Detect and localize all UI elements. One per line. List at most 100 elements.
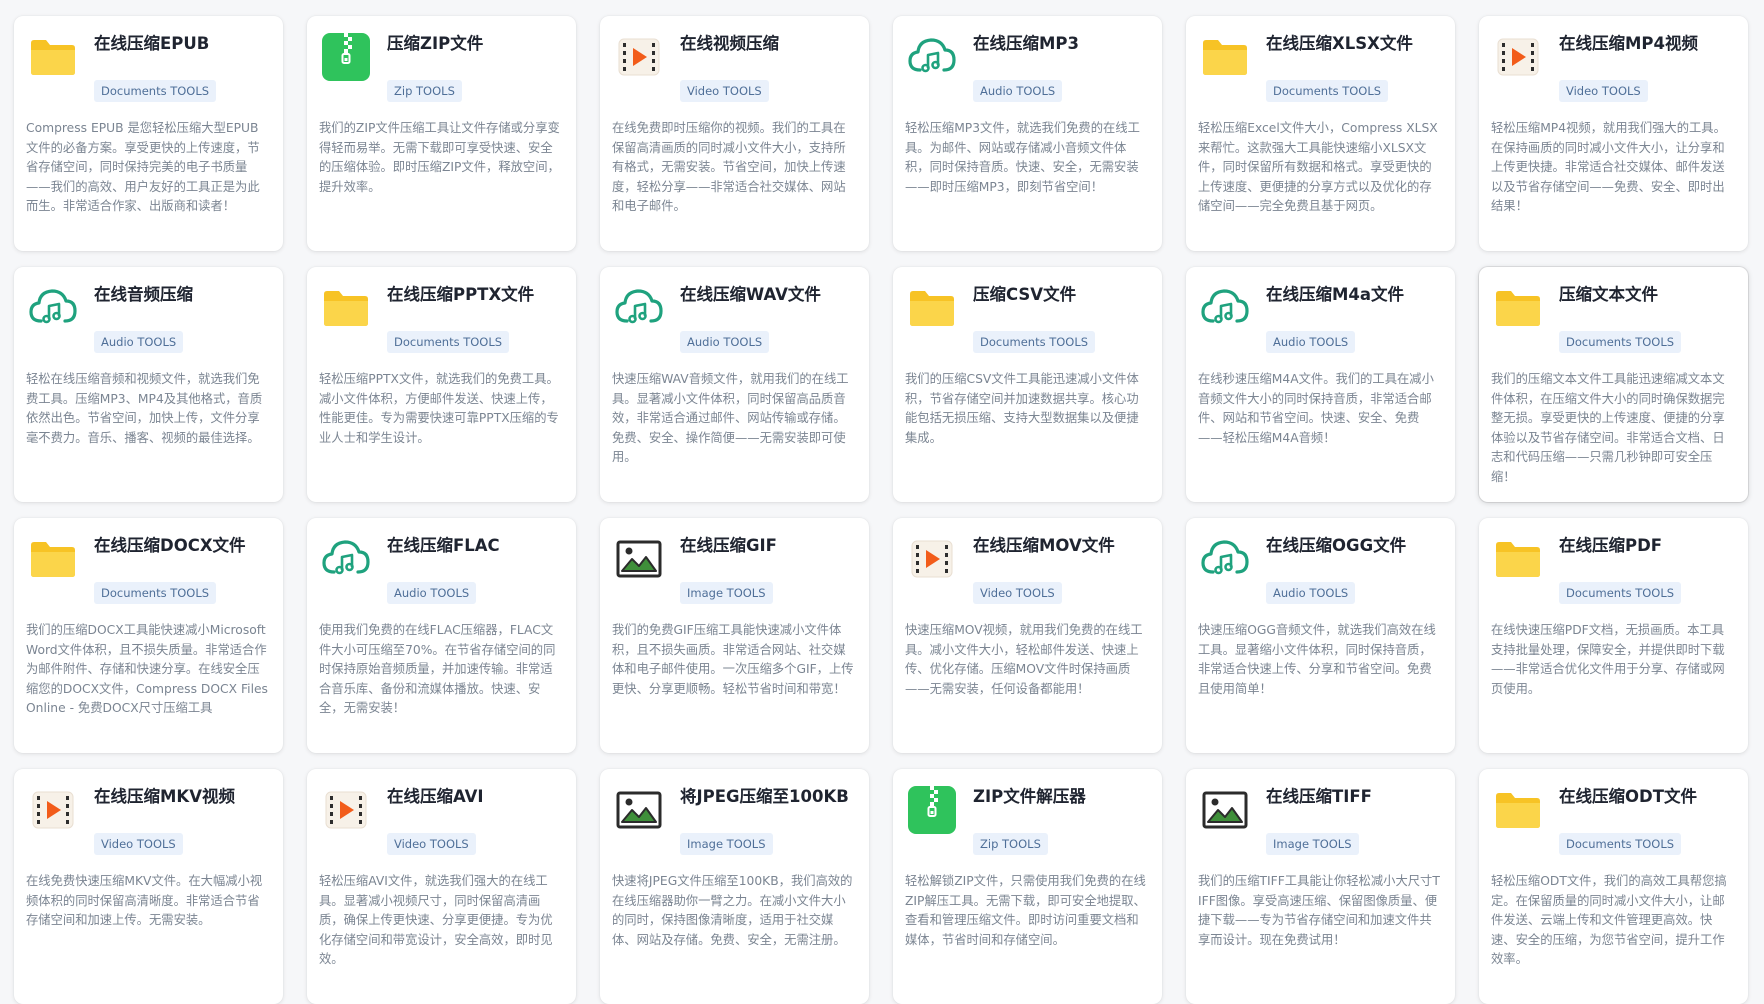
tool-card[interactable]: 压缩ZIP文件 Zip TOOLS 我们的ZIP文件压缩工具让文件存储或分享变得轻而… [307, 16, 576, 251]
tool-card[interactable]: 在线压缩M4a文件 Audio TOOLS 在线秒速压缩M4A文件。我们的工具在减小… [1186, 267, 1455, 502]
tool-card[interactable]: 压缩文本文件 Documents TOOLS 我们的压缩文本文件工具能迅速缩减文本文… [1479, 267, 1748, 502]
tool-card[interactable]: 在线压缩TIFF Image TOOLS 我们的压缩TIFF工具能让你轻松减小大尺寸… [1186, 769, 1455, 1004]
tool-card[interactable]: 在线视频压缩 Video TOOLS 在线免费即时压缩你的视频。我们的工具在保留高清… [600, 16, 869, 251]
tool-description: 快速压缩WAV音频文件，就用我们的在线工具。显著减小文件体积，同时保留高品质音效… [612, 372, 849, 464]
tool-card-header: 在线压缩WAV文件 Audio TOOLS [612, 281, 857, 353]
category-badge[interactable]: Image TOOLS [1266, 833, 1359, 855]
tool-card-header: 在线压缩MKV视频 Video TOOLS [26, 783, 271, 855]
category-badge[interactable]: Audio TOOLS [1266, 582, 1356, 604]
tool-card[interactable]: 在线压缩FLAC Audio TOOLS 使用我们免费的在线FLAC压缩器，FLAC… [307, 518, 576, 753]
tool-title[interactable]: 在线压缩MP4视频 [1559, 32, 1698, 56]
tool-description: 轻松压缩ODT文件，我们的高效工具帮您搞定。在保留质量的同时减小文件大小，让邮件… [1491, 874, 1727, 966]
tool-card[interactable]: 在线压缩MP4视频 Video TOOLS 轻松压缩MP4视频，就用我们强大的工具。… [1479, 16, 1748, 251]
tool-title[interactable]: ZIP文件解压器 [973, 785, 1086, 809]
tool-card[interactable]: 在线压缩GIF Image TOOLS 我们的免费GIF压缩工具能快速减小文件体积，… [600, 518, 869, 753]
tool-title[interactable]: 在线视频压缩 [680, 32, 779, 56]
tool-title[interactable]: 在线压缩GIF [680, 534, 777, 558]
tool-card[interactable]: 将JPEG压缩至100KB Image TOOLS 快速将JPEG文件压缩至100K… [600, 769, 869, 1004]
tool-title[interactable]: 在线压缩EPUB [94, 32, 216, 56]
tool-title[interactable]: 压缩ZIP文件 [387, 32, 483, 56]
tool-card[interactable]: 在线压缩AVI Video TOOLS 轻松压缩AVI文件，就选我们强大的在线工具。… [307, 769, 576, 1004]
category-badge[interactable]: Audio TOOLS [680, 331, 770, 353]
tool-title[interactable]: 在线压缩OGG文件 [1266, 534, 1406, 558]
category-badge[interactable]: Documents TOOLS [94, 80, 217, 102]
tool-card[interactable]: 在线压缩ODT文件 Documents TOOLS 轻松压缩ODT文件，我们的高效工… [1479, 769, 1748, 1004]
tool-card-titles: 压缩文本文件 Documents TOOLS [1559, 281, 1682, 353]
category-badge[interactable]: Video TOOLS [94, 833, 183, 855]
audio-icon [1198, 281, 1252, 335]
tool-card[interactable]: 在线压缩EPUB Documents TOOLS Compress EPUB 是您轻… [14, 16, 283, 251]
tool-title[interactable]: 在线压缩FLAC [387, 534, 500, 558]
category-badge[interactable]: Zip TOOLS [973, 833, 1048, 855]
tool-title[interactable]: 在线压缩M4a文件 [1266, 283, 1404, 307]
tool-card-header: 在线音频压缩 Audio TOOLS [26, 281, 271, 353]
tool-title[interactable]: 在线压缩DOCX文件 [94, 534, 246, 558]
tool-title[interactable]: 在线压缩PDF [1559, 534, 1681, 558]
tool-title[interactable]: 在线压缩ODT文件 [1559, 785, 1697, 809]
category-badge[interactable]: Documents TOOLS [1559, 331, 1682, 353]
tool-card[interactable]: 在线压缩MOV文件 Video TOOLS 快速压缩MOV视频，就用我们免费的在线工… [893, 518, 1162, 753]
tools-grid: 在线压缩EPUB Documents TOOLS Compress EPUB 是您轻… [14, 16, 1748, 1004]
tool-title[interactable]: 在线压缩TIFF [1266, 785, 1372, 809]
category-badge[interactable]: Documents TOOLS [94, 582, 217, 604]
tool-title[interactable]: 压缩文本文件 [1559, 283, 1681, 307]
tool-title[interactable]: 在线压缩XLSX文件 [1266, 32, 1413, 56]
tool-card-titles: 在线压缩M4a文件 Audio TOOLS [1266, 281, 1404, 353]
folder-icon [1491, 783, 1545, 837]
category-badge[interactable]: Video TOOLS [680, 80, 769, 102]
category-badge[interactable]: Documents TOOLS [387, 331, 510, 353]
category-badge[interactable]: Audio TOOLS [94, 331, 184, 353]
category-badge[interactable]: Audio TOOLS [1266, 331, 1356, 353]
tool-title[interactable]: 在线压缩MOV文件 [973, 534, 1115, 558]
folder-icon [1198, 30, 1252, 84]
category-badge[interactable]: Video TOOLS [1559, 80, 1648, 102]
category-badge[interactable]: Zip TOOLS [387, 80, 462, 102]
tool-card-titles: 在线压缩ODT文件 Documents TOOLS [1559, 783, 1697, 855]
category-badge[interactable]: Video TOOLS [973, 582, 1062, 604]
category-badge[interactable]: Image TOOLS [680, 833, 773, 855]
tool-title[interactable]: 在线压缩AVI [387, 785, 484, 809]
category-badge[interactable]: Documents TOOLS [973, 331, 1096, 353]
tool-description: 在线快速压缩PDF文档，无损画质。本工具支持批量处理，保障安全，并提供即时下载—… [1491, 623, 1725, 696]
category-badge[interactable]: Documents TOOLS [1266, 80, 1389, 102]
tool-card-titles: 在线压缩MP4视频 Video TOOLS [1559, 30, 1698, 102]
tool-card[interactable]: 在线压缩PDF Documents TOOLS 在线快速压缩PDF文档，无损画质。本… [1479, 518, 1748, 753]
tool-card[interactable]: 在线压缩MKV视频 Video TOOLS 在线免费快速压缩MKV文件。在大幅减小视… [14, 769, 283, 1004]
category-badge[interactable]: Image TOOLS [680, 582, 773, 604]
tool-card[interactable]: 在线压缩XLSX文件 Documents TOOLS 轻松压缩Excel文件大小，C… [1186, 16, 1455, 251]
tool-card-header: 在线压缩AVI Video TOOLS [319, 783, 564, 855]
video-icon [905, 532, 959, 586]
category-badge[interactable]: Audio TOOLS [387, 582, 477, 604]
tool-card[interactable]: 在线音频压缩 Audio TOOLS 轻松在线压缩音频和视频文件，就选我们免费工具。… [14, 267, 283, 502]
tool-card-header: 在线压缩GIF Image TOOLS [612, 532, 857, 604]
tool-title[interactable]: 压缩CSV文件 [973, 283, 1095, 307]
folder-icon [319, 281, 373, 335]
tool-card[interactable]: 压缩CSV文件 Documents TOOLS 我们的压缩CSV文件工具能迅速减小文… [893, 267, 1162, 502]
tool-title[interactable]: 在线压缩MP3 [973, 32, 1079, 56]
tool-card-titles: 在线压缩OGG文件 Audio TOOLS [1266, 532, 1406, 604]
tool-card-header: 压缩CSV文件 Documents TOOLS [905, 281, 1150, 353]
category-badge[interactable]: Audio TOOLS [973, 80, 1063, 102]
tool-card[interactable]: 在线压缩PPTX文件 Documents TOOLS 轻松压缩PPTX文件，就选我们… [307, 267, 576, 502]
tool-card-header: 在线压缩OGG文件 Audio TOOLS [1198, 532, 1443, 604]
tool-title[interactable]: 将JPEG压缩至100KB [680, 785, 849, 809]
folder-icon [26, 30, 80, 84]
category-badge[interactable]: Video TOOLS [387, 833, 476, 855]
tool-description: 轻松解锁ZIP文件，只需使用我们免费的在线ZIP解压工具。无需下载，即可安全地提… [905, 874, 1146, 947]
tool-title[interactable]: 在线压缩MKV视频 [94, 785, 235, 809]
tool-card-titles: 在线压缩PDF Documents TOOLS [1559, 532, 1682, 604]
category-badge[interactable]: Documents TOOLS [1559, 582, 1682, 604]
tool-card-header: 在线压缩FLAC Audio TOOLS [319, 532, 564, 604]
tool-title[interactable]: 在线压缩PPTX文件 [387, 283, 534, 307]
tool-title[interactable]: 在线压缩WAV文件 [680, 283, 821, 307]
tool-description: 轻松压缩MP4视频，就用我们强大的工具。在保持画质的同时减小文件大小，让分享和上… [1491, 121, 1726, 213]
tool-card[interactable]: 在线压缩OGG文件 Audio TOOLS 快速压缩OGG音频文件，就选我们高效在线… [1186, 518, 1455, 753]
tool-card[interactable]: 在线压缩DOCX文件 Documents TOOLS 我们的压缩DOCX工具能快速减… [14, 518, 283, 753]
category-badge[interactable]: Documents TOOLS [1559, 833, 1682, 855]
tool-card[interactable]: ZIP文件解压器 Zip TOOLS 轻松解锁ZIP文件，只需使用我们免费的在线ZI… [893, 769, 1162, 1004]
tool-description: 我们的压缩DOCX工具能快速减小Microsoft Word文件体积，且不损失质… [26, 623, 268, 715]
tool-card[interactable]: 在线压缩MP3 Audio TOOLS 轻松压缩MP3文件，就选我们免费的在线工具。… [893, 16, 1162, 251]
tool-card[interactable]: 在线压缩WAV文件 Audio TOOLS 快速压缩WAV音频文件，就用我们的在线工… [600, 267, 869, 502]
tool-title[interactable]: 在线音频压缩 [94, 283, 193, 307]
tool-card-titles: 在线压缩EPUB Documents TOOLS [94, 30, 217, 102]
